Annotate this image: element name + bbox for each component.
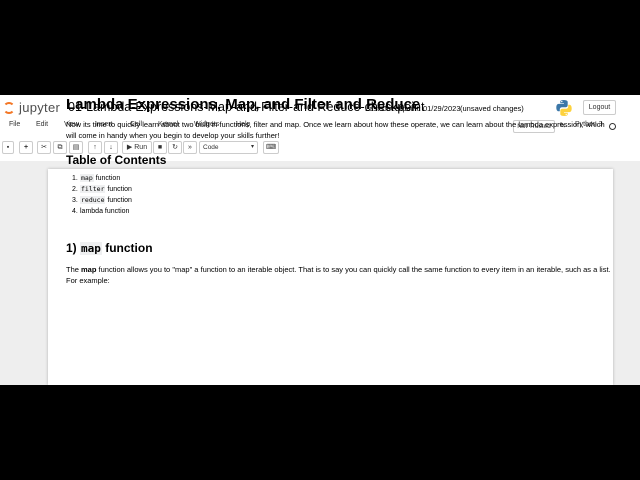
stop-icon: ■ xyxy=(157,144,163,151)
section-text: function xyxy=(101,241,153,255)
move-up-icon: ↑ xyxy=(93,144,97,151)
add-cell-button[interactable]: + xyxy=(19,141,33,154)
para-bold: map xyxy=(81,265,97,274)
toc-text: lambda function xyxy=(80,208,130,215)
copy-button[interactable]: ⧉ xyxy=(53,141,67,154)
para-pre: The xyxy=(66,265,82,274)
toc-number: 1. xyxy=(72,175,78,182)
jupyter-logo[interactable]: jupyter xyxy=(3,99,61,117)
toc-number: 3. xyxy=(72,197,78,204)
chevron-down-icon: ▾ xyxy=(250,144,254,150)
logout-button[interactable]: Logout xyxy=(583,100,616,115)
toc-text: function xyxy=(105,186,132,193)
section-heading: 1) map function xyxy=(66,241,153,255)
toc-number: 2. xyxy=(72,186,78,193)
list-item: 4. lambda function xyxy=(66,206,132,217)
command-palette-button[interactable]: ⌨ xyxy=(263,141,279,154)
toc-text: function xyxy=(105,197,132,204)
save-status: (unsaved changes) xyxy=(460,104,524,113)
keyboard-icon: ⌨ xyxy=(265,144,277,151)
restart-icon: ↻ xyxy=(172,144,178,151)
paste-icon: ▤ xyxy=(72,144,80,151)
jupyter-logo-icon xyxy=(3,102,15,114)
para-post: function allows you to "map" a function … xyxy=(66,265,611,285)
menu-edit[interactable]: Edit xyxy=(36,121,48,128)
section-number: 1) xyxy=(66,241,81,255)
fast-forward-icon: » xyxy=(188,144,192,151)
run-icon: ▶ xyxy=(126,144,133,151)
map-paragraph: The map function allows you to "map" a f… xyxy=(66,264,611,286)
cut-button[interactable]: ✂ xyxy=(37,141,51,154)
restart-button[interactable]: ↻ xyxy=(168,141,182,154)
restart-run-all-button[interactable]: » xyxy=(183,141,197,154)
move-down-icon: ↓ xyxy=(109,144,113,151)
list-item: 1. map function xyxy=(66,173,132,184)
toc-number: 4. xyxy=(72,208,78,215)
copy-icon: ⧉ xyxy=(57,144,63,151)
add-cell-icon: + xyxy=(23,144,29,151)
logo-text: jupyter xyxy=(19,100,61,115)
toc-code: reduce xyxy=(80,196,106,204)
toc-heading: Table of Contents xyxy=(66,153,167,167)
list-item: 3. reduce function xyxy=(66,195,132,206)
section-code: map xyxy=(80,242,102,255)
letterbox-bottom xyxy=(0,385,640,480)
menu-file[interactable]: File xyxy=(9,121,20,128)
toc-code: filter xyxy=(80,185,106,193)
save-icon: ▪ xyxy=(6,144,10,151)
list-item: 2. filter function xyxy=(66,184,132,195)
table-of-contents: 1. map function 2. filter function 3. reduc… xyxy=(66,173,132,217)
cell-type-select[interactable]: Code ▾ xyxy=(199,141,258,154)
cut-icon: ✂ xyxy=(41,144,47,151)
run-label: Run xyxy=(134,144,148,151)
intro-paragraph: Now its time to quickly learn about two … xyxy=(66,120,605,140)
save-button[interactable]: ▪ xyxy=(2,141,14,154)
notebook-heading: Lambda Expressions, Map, and Filter and … xyxy=(66,96,421,113)
toc-text: function xyxy=(93,175,121,182)
python-icon xyxy=(556,100,572,116)
cell-type-value: Code xyxy=(203,144,219,151)
toc-code: map xyxy=(80,174,94,182)
